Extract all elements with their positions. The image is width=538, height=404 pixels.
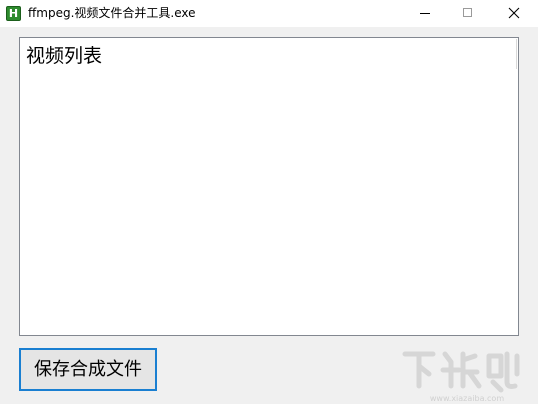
close-button[interactable] — [494, 0, 534, 27]
window-title: ffmpeg.视频文件合并工具.exe — [28, 6, 196, 20]
watermark-url: www.xiazaiba.com — [430, 394, 504, 403]
video-list-header: 视频列表 — [26, 45, 103, 67]
minimize-icon — [420, 13, 430, 14]
app-icon[interactable]: H — [6, 6, 21, 21]
title-bar[interactable]: H ffmpeg.视频文件合并工具.exe — [0, 0, 538, 27]
list-scroll-edge — [516, 39, 517, 69]
watermark-glyph-3 — [486, 351, 520, 393]
close-icon — [508, 7, 520, 19]
video-list-box[interactable]: 视频列表 — [19, 37, 519, 336]
app-window: H ffmpeg.视频文件合并工具.exe 视频列表 保存合成文件 www.xi… — [0, 0, 538, 404]
watermark-logo: www.xiazaiba.com — [402, 351, 520, 403]
watermark-glyph-2 — [440, 351, 482, 389]
watermark-glyph-1 — [402, 351, 436, 389]
maximize-button[interactable] — [448, 0, 488, 27]
minimize-button[interactable] — [405, 0, 445, 27]
maximize-icon — [463, 8, 472, 17]
save-merged-file-button[interactable]: 保存合成文件 — [19, 348, 157, 391]
